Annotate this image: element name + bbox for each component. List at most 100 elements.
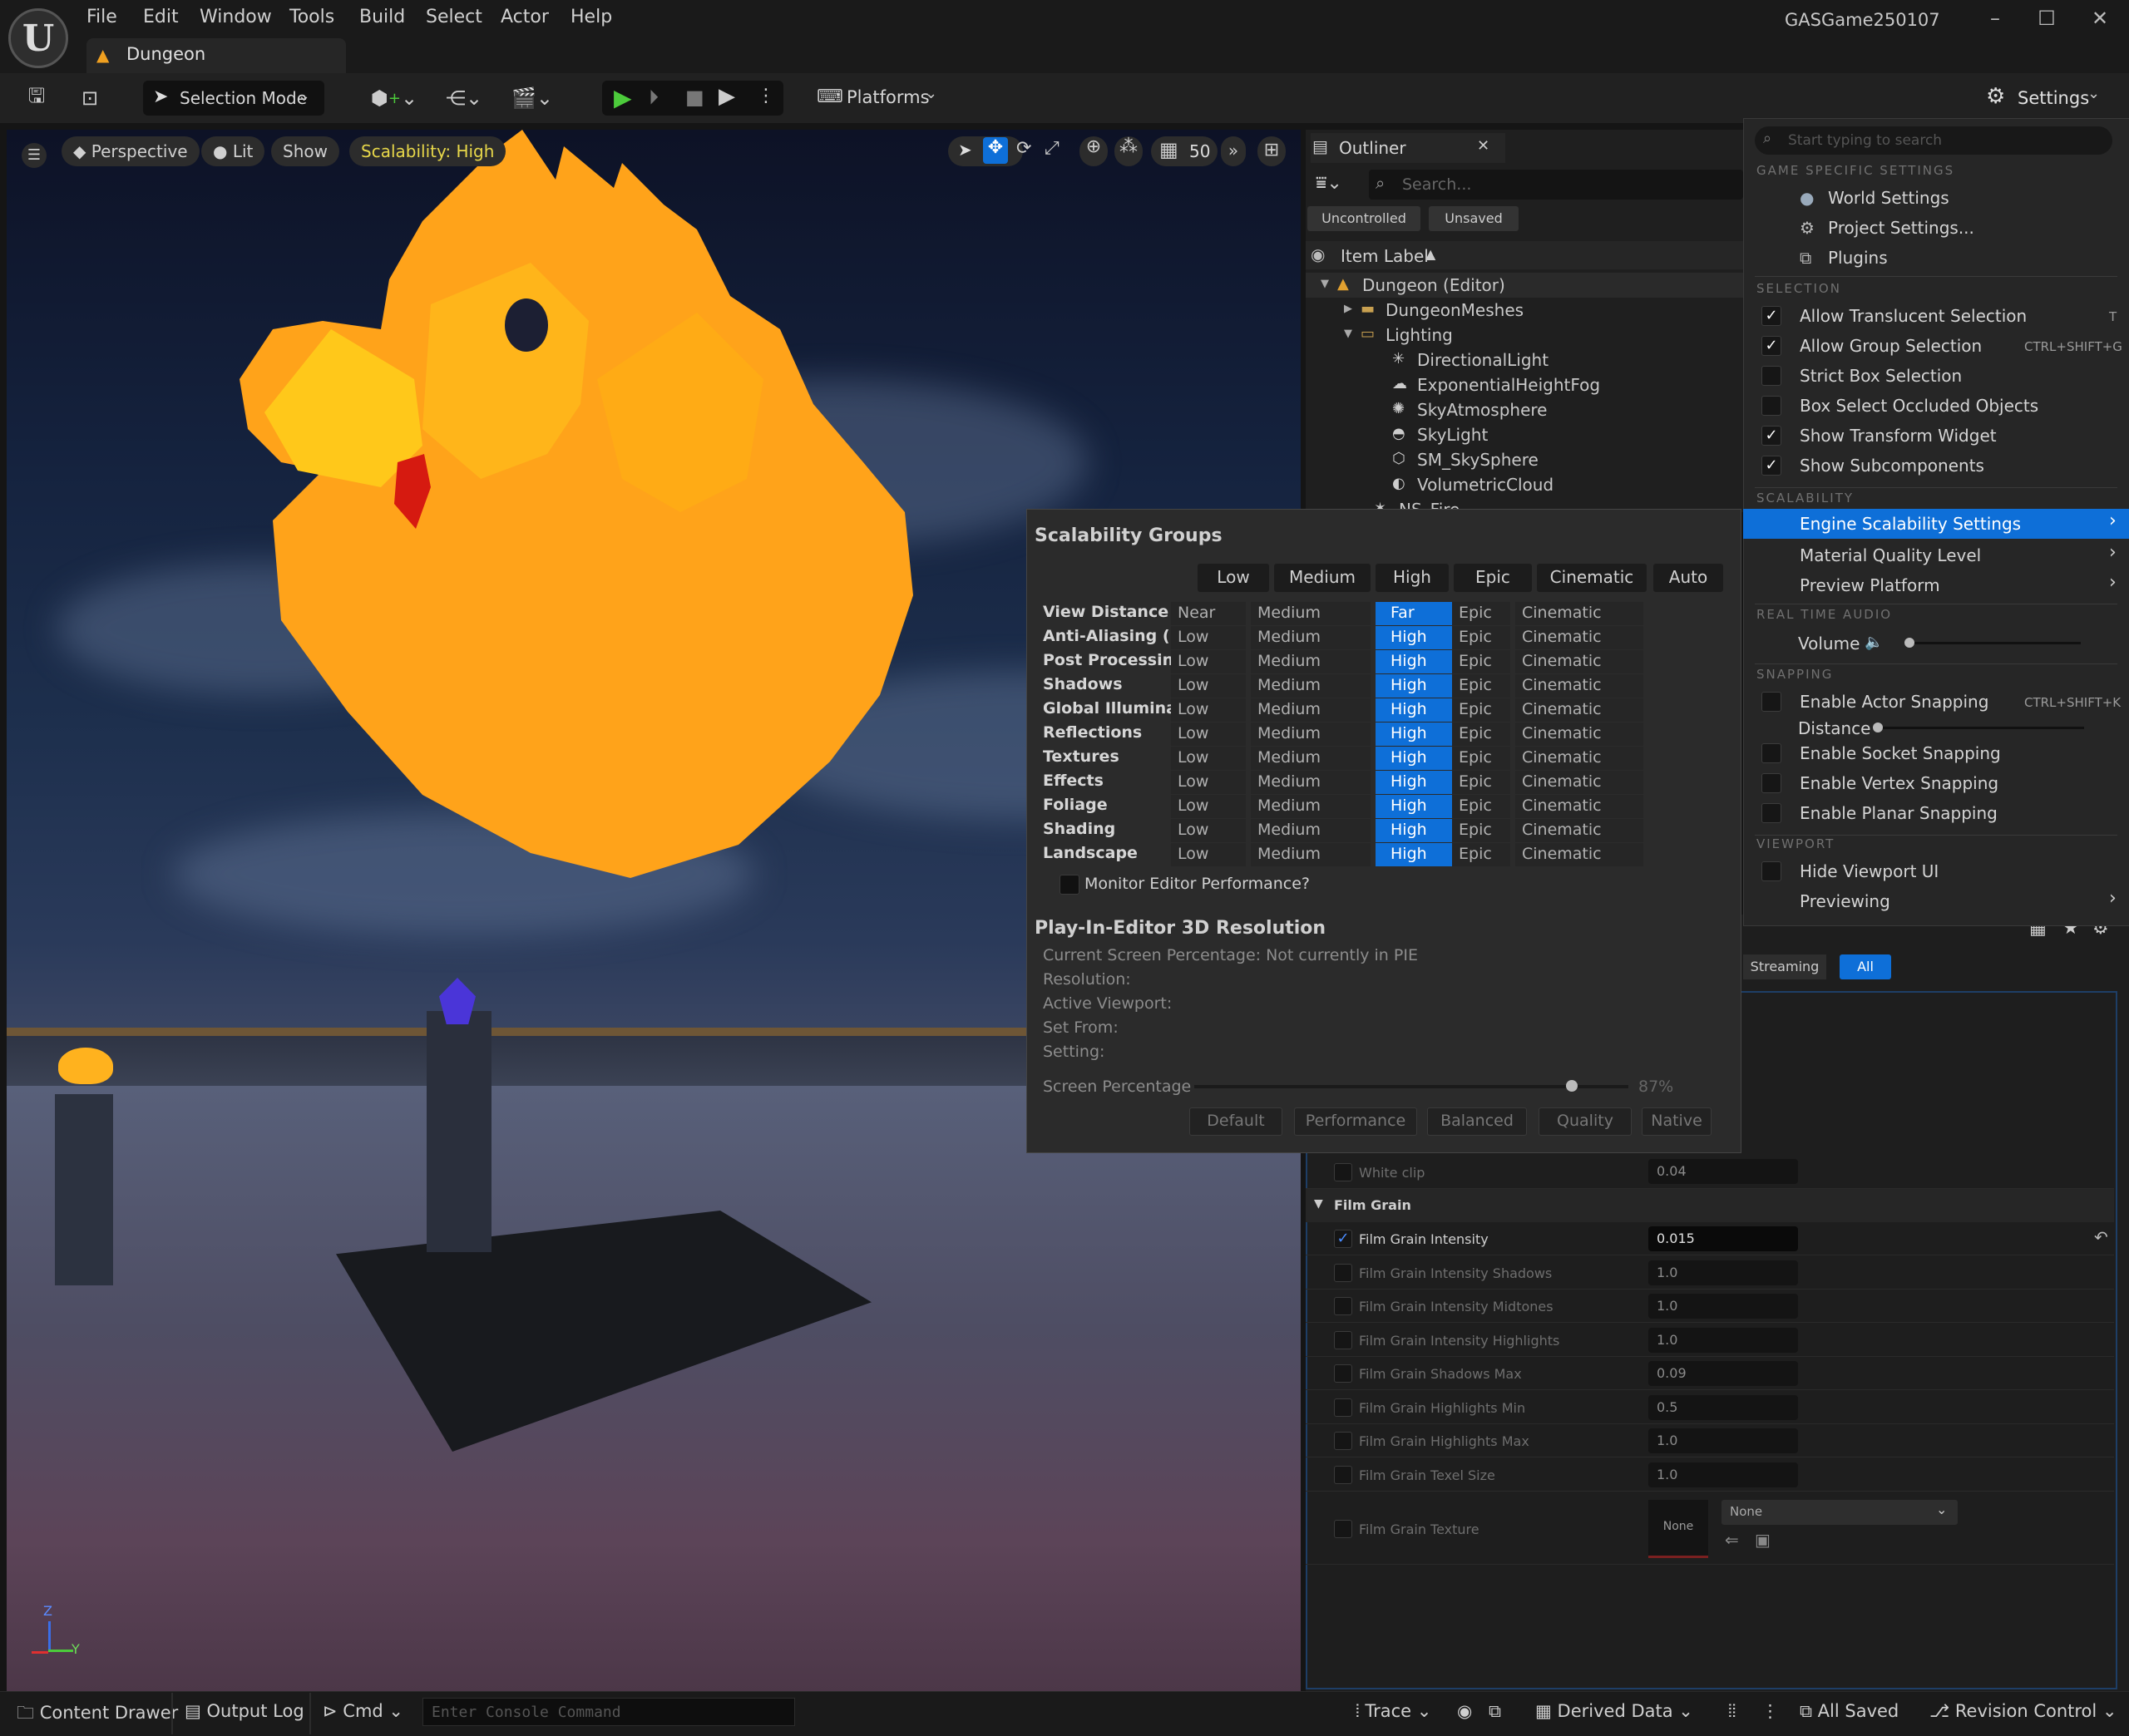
film-grain-value[interactable]: 0.09 <box>1648 1361 1798 1386</box>
scalability-level-cell[interactable]: Low <box>1171 698 1246 722</box>
item-label-column[interactable]: Item Label <box>1341 246 1429 266</box>
selection-checkbox[interactable]: ✓ <box>1761 306 1781 326</box>
texture-asset-dropdown[interactable]: None ⌄ <box>1721 1500 1958 1525</box>
grid-snap-toggle[interactable]: ▦ 50 <box>1151 136 1218 166</box>
browse-folder-icon[interactable]: ▣ <box>1755 1530 1771 1550</box>
outliner-item[interactable]: ✳ DirectionalLight <box>1306 348 1743 372</box>
scalability-level-cell[interactable]: Cinematic <box>1515 602 1643 625</box>
world-space-icon[interactable]: ⊕ <box>1079 136 1108 166</box>
outliner-search-input[interactable]: ⌕ Search... <box>1369 170 1743 200</box>
scalability-level-cell[interactable]: Medium <box>1251 698 1371 722</box>
output-log-button[interactable]: ▤ Output Log <box>185 1701 304 1721</box>
snapping-checkbox[interactable] <box>1761 773 1781 793</box>
film-grain-value[interactable]: 0.5 <box>1648 1394 1798 1420</box>
pie-preset-button-performance[interactable]: Performance <box>1294 1107 1417 1136</box>
hide-viewport-ui-checkbox[interactable] <box>1761 861 1781 881</box>
scalability-level-cell[interactable]: Cinematic <box>1515 843 1643 866</box>
menu-file[interactable]: File <box>86 7 117 32</box>
layout-icon[interactable]: ⊞ <box>1257 136 1286 166</box>
film-grain-checkbox[interactable] <box>1334 1364 1352 1383</box>
snapping-item[interactable]: Enable Vertex Snapping <box>1800 773 1998 793</box>
material-quality-item[interactable]: Material Quality Level <box>1800 545 1981 565</box>
menu-actor[interactable]: Actor <box>501 7 549 32</box>
trace-dropdown[interactable]: ⦙ Trace ⌄ <box>1356 1701 1431 1722</box>
scalability-level-cell[interactable]: Far <box>1376 602 1452 625</box>
scalability-level-cell[interactable]: Cinematic <box>1515 650 1643 673</box>
filter-icon[interactable]: ⩸⌄ <box>1316 173 1342 194</box>
cinematics-icon[interactable]: 🎬⌄ <box>506 83 559 113</box>
expand-arrow-icon[interactable]: ▼ <box>1344 328 1352 340</box>
menu-window[interactable]: Window <box>200 7 272 32</box>
scalability-level-cell[interactable]: High <box>1376 674 1452 698</box>
outliner-item[interactable]: ▼ ▲ Dungeon (Editor) <box>1306 273 1743 298</box>
use-selected-icon[interactable]: ⇐ <box>1725 1530 1739 1550</box>
previewing-item[interactable]: Previewing <box>1800 891 1890 911</box>
menu-edit[interactable]: Edit <box>143 7 179 32</box>
blueprint-icon[interactable]: ⋲⌄ <box>439 83 489 113</box>
show-button[interactable]: Show <box>271 136 339 166</box>
scalability-level-cell[interactable]: Cinematic <box>1515 626 1643 649</box>
more-options-icon[interactable]: ⋮ <box>757 86 775 106</box>
scalability-level-cell[interactable]: Medium <box>1251 626 1371 649</box>
film-grain-checkbox[interactable]: ✓ <box>1334 1230 1352 1248</box>
platforms-button[interactable]: ⌨ Platforms ⌄ <box>813 83 946 113</box>
expand-arrow-icon[interactable]: ▶ <box>1344 303 1352 315</box>
actor-snapping-checkbox[interactable] <box>1761 692 1781 712</box>
filter-uncontrolled[interactable]: Uncontrolled <box>1307 206 1420 231</box>
preset-button-auto[interactable]: Auto <box>1653 564 1723 592</box>
menu-select[interactable]: Select <box>426 7 482 32</box>
settings-button[interactable]: ⚙ Settings ⌄ <box>1983 83 2107 113</box>
selection-mode-dropdown[interactable]: ➤ Selection Mode ⌄ <box>143 81 324 116</box>
film-grain-value[interactable]: 0.015 <box>1648 1226 1798 1251</box>
scalability-level-cell[interactable]: Epic <box>1452 626 1510 649</box>
scalability-level-cell[interactable]: Medium <box>1251 602 1371 625</box>
play-icon[interactable]: ▶ <box>614 84 632 111</box>
selection-item[interactable]: Allow Group Selection <box>1800 336 1982 356</box>
snapping-checkbox[interactable] <box>1761 743 1781 763</box>
film-grain-texture-checkbox[interactable] <box>1334 1520 1352 1538</box>
monitor-performance-checkbox[interactable] <box>1060 875 1079 895</box>
scalability-level-cell[interactable]: Cinematic <box>1515 747 1643 770</box>
unreal-logo-icon[interactable]: U <box>8 8 68 68</box>
preset-button-epic[interactable]: Epic <box>1454 564 1532 592</box>
film-grain-section[interactable]: ▼ Film Grain <box>1306 1189 2114 1222</box>
scalability-level-cell[interactable]: Epic <box>1452 650 1510 673</box>
step-icon[interactable]: ⏵ <box>649 86 659 109</box>
select-cursor-icon[interactable]: ➤ <box>958 140 972 160</box>
selection-item[interactable]: Box Select Occluded Objects <box>1800 396 2038 416</box>
scalability-level-cell[interactable]: Epic <box>1452 602 1510 625</box>
volume-slider[interactable] <box>1904 638 2081 648</box>
snapping-item[interactable]: Enable Socket Snapping <box>1800 743 2001 763</box>
save-icon[interactable]: 🖫 <box>20 83 53 113</box>
scalability-level-cell[interactable]: High <box>1376 747 1452 770</box>
project-settings-item[interactable]: Project Settings... <box>1828 218 1974 238</box>
world-settings-item[interactable]: World Settings <box>1828 188 1949 208</box>
scalability-level-cell[interactable]: Epic <box>1452 674 1510 698</box>
scalability-level-cell[interactable]: Low <box>1171 626 1246 649</box>
film-grain-checkbox[interactable] <box>1334 1398 1352 1417</box>
selection-item[interactable]: Show Subcomponents <box>1800 456 1984 476</box>
selection-checkbox[interactable] <box>1761 396 1781 416</box>
close-icon[interactable]: ✕ <box>1477 137 1489 155</box>
plugins-item[interactable]: Plugins <box>1828 248 1888 268</box>
close-window-icon[interactable]: ✕ <box>2087 7 2112 32</box>
browse-icon[interactable]: ⊡ <box>73 83 106 113</box>
distance-slider[interactable] <box>1873 723 2084 732</box>
scalability-level-cell[interactable]: Medium <box>1251 843 1371 866</box>
more-tools-icon[interactable]: » <box>1221 136 1246 166</box>
scalability-level-cell[interactable]: High <box>1376 698 1452 722</box>
pie-preset-button-quality[interactable]: Quality <box>1539 1107 1632 1136</box>
preset-button-high[interactable]: High <box>1376 564 1449 592</box>
scalability-level-cell[interactable]: Near <box>1171 602 1246 625</box>
film-grain-checkbox[interactable] <box>1334 1330 1352 1349</box>
outliner-item[interactable]: ▶ ▬ DungeonMeshes <box>1306 298 1743 323</box>
scalability-level-cell[interactable]: Cinematic <box>1515 771 1643 794</box>
scalability-level-cell[interactable]: Low <box>1171 843 1246 866</box>
selection-item[interactable]: Show Transform Widget <box>1800 426 1997 446</box>
pie-preset-button-native[interactable]: Native <box>1642 1107 1712 1136</box>
film-grain-value[interactable]: 1.0 <box>1648 1260 1798 1285</box>
perspective-button[interactable]: ◆ Perspective <box>62 136 200 166</box>
maximize-icon[interactable]: ☐ <box>2034 7 2059 32</box>
stop-icon[interactable]: ■ <box>685 86 704 109</box>
scalability-level-cell[interactable]: Medium <box>1251 795 1371 818</box>
